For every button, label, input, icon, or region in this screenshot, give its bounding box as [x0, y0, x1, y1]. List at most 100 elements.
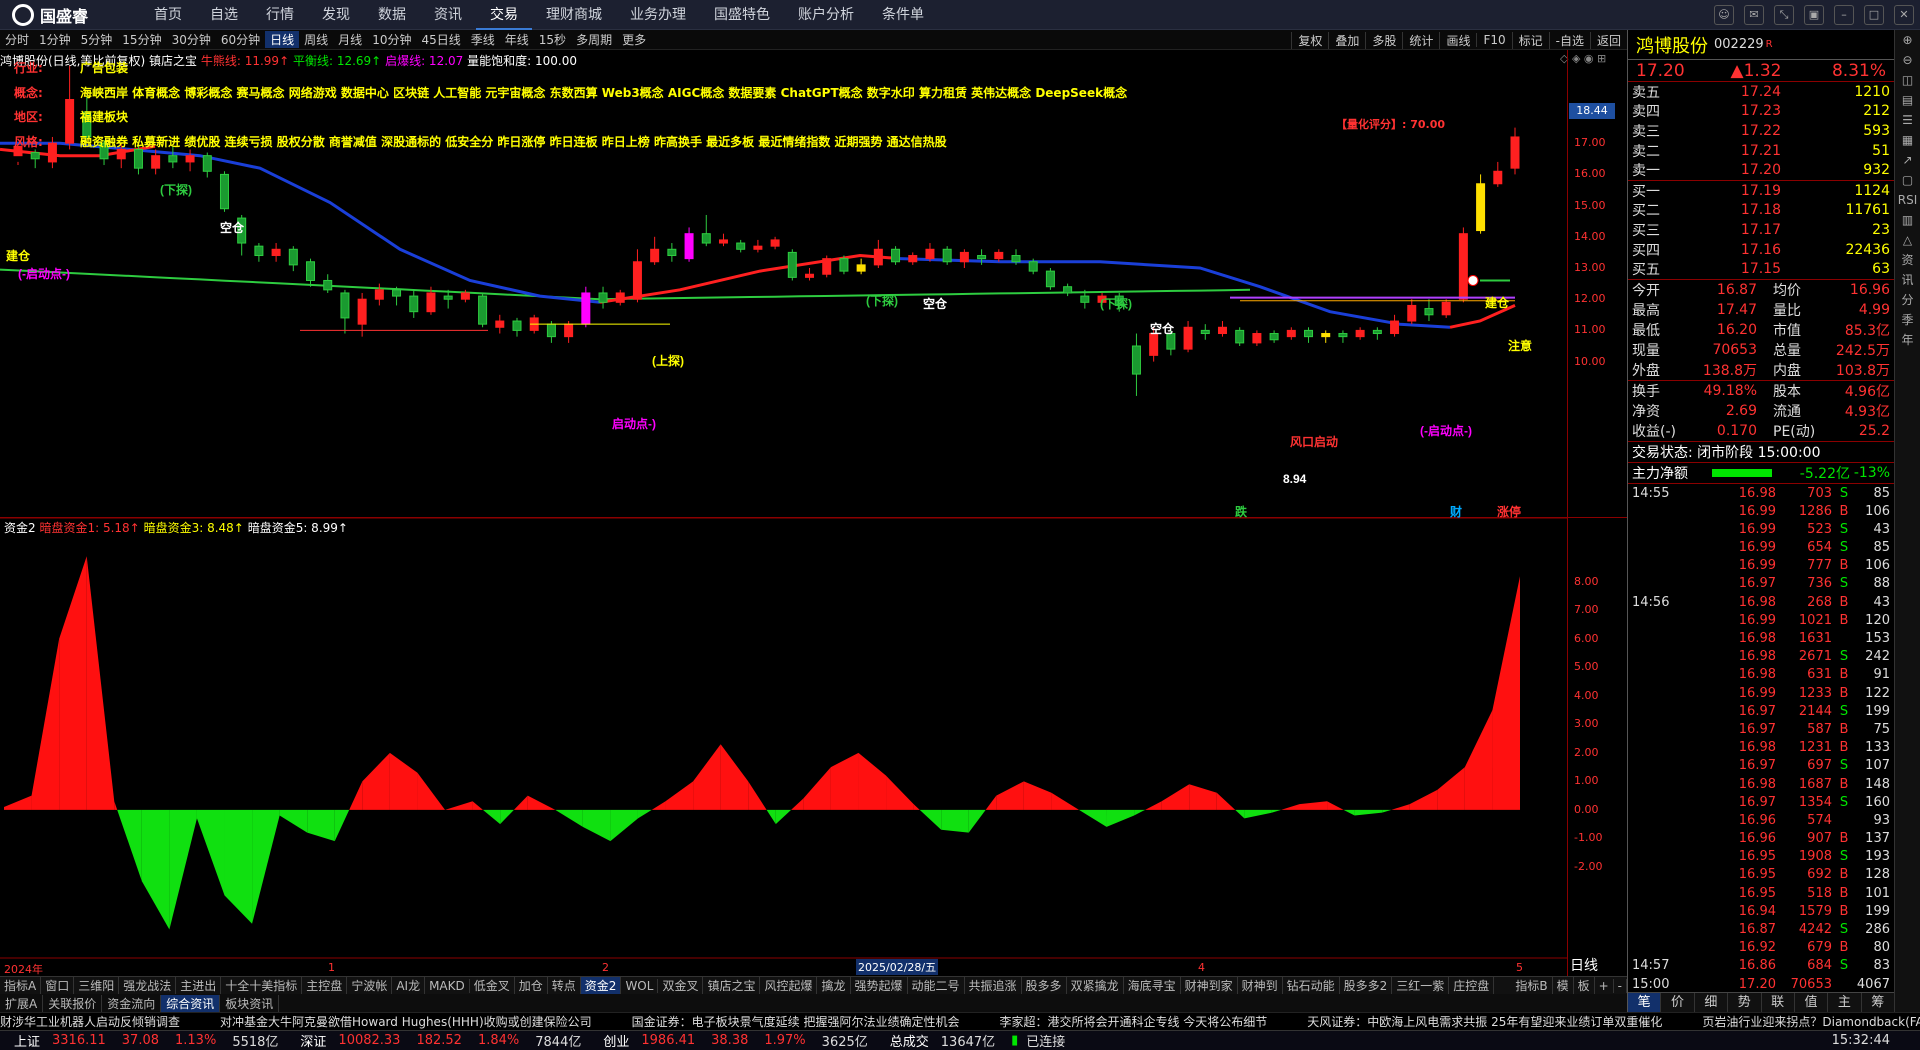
minimize-icon[interactable]: – [1834, 5, 1854, 25]
tick-row[interactable]: 14:57 16.86 684 S 83 [1628, 957, 1894, 975]
menu-6[interactable]: 交易 [476, 0, 532, 30]
toolbar-5[interactable]: F10 [1476, 33, 1511, 47]
sz-label[interactable]: 深证 [300, 1031, 326, 1050]
menu-11[interactable]: 条件单 [868, 0, 938, 30]
tick-row[interactable]: 16.94 1579 B 199 [1628, 902, 1894, 920]
period-9[interactable]: 10分钟 [367, 31, 416, 48]
quote-tab-0[interactable]: 笔 [1628, 993, 1662, 1012]
indicator-tab-29[interactable]: 三红一紫 [1392, 977, 1450, 994]
skin-icon[interactable]: ▣ [1804, 5, 1824, 25]
side-icon-11[interactable]: 资 [1895, 250, 1920, 270]
news-item-1[interactable]: 对冲基金大牛阿克曼欲借Howard Hughes(HHH)收购或创建保险公司 [220, 1015, 592, 1029]
indicator-tab-1[interactable]: 窗口 [41, 977, 75, 994]
period-type-label[interactable]: 日线 [1570, 955, 1598, 975]
indicator-tab-28[interactable]: 股多多2 [1340, 977, 1393, 994]
indicator-name[interactable]: 镇店之宝 [149, 54, 197, 68]
period-15[interactable]: 更多 [617, 31, 651, 48]
toolbar-7[interactable]: -自选 [1548, 31, 1590, 49]
period-0[interactable]: 分时 [0, 31, 34, 48]
side-icon-12[interactable]: 讯 [1895, 270, 1920, 290]
toolbar-3[interactable]: 统计 [1402, 31, 1439, 49]
period-12[interactable]: 年线 [500, 31, 534, 48]
quote-tab-6[interactable]: 主 [1828, 993, 1862, 1012]
side-icon-4[interactable]: ☰ [1895, 110, 1920, 130]
kline-chart[interactable]: 8.94 (-启动点-) 启动点-) (-启动点-) 风口启动 空仓 空仓 空仓 建仓 建仓 注意(… [0, 50, 1627, 518]
news-item-3[interactable]: 李家超：港交所将会开通科企专线 今天将公布细节 [999, 1015, 1267, 1029]
menu-10[interactable]: 账户分析 [784, 0, 868, 30]
tick-row[interactable]: 16.99 1021 B 120 [1628, 611, 1894, 629]
indicator-tab-8[interactable]: AI龙 [392, 977, 426, 994]
side-icon-2[interactable]: ◫ [1895, 70, 1920, 90]
tick-row[interactable]: 16.96 574 93 [1628, 811, 1894, 829]
period-8[interactable]: 月线 [333, 31, 367, 48]
indicator-right-3[interactable]: + [1595, 978, 1614, 993]
menu-9[interactable]: 国盛特色 [700, 0, 784, 30]
shrink-icon[interactable]: ⤡ [1774, 5, 1794, 25]
tick-row[interactable]: 16.99 777 B 106 [1628, 557, 1894, 575]
sh-label[interactable]: 上证 [14, 1031, 40, 1050]
indicator-right-0[interactable]: 指标B [1511, 977, 1553, 994]
news-ticker[interactable]: 财涉华工业机器人启动反倾销调查 对冲基金大牛阿克曼欲借Howard Hughes(… [0, 1012, 1920, 1030]
period-2[interactable]: 5分钟 [76, 31, 118, 48]
tick-row[interactable]: 16.97 736 S 88 [1628, 575, 1894, 593]
quote-tab-3[interactable]: 势 [1728, 993, 1762, 1012]
info-tab-1[interactable]: 关联报价 [43, 994, 103, 1012]
indicator-tab-21[interactable]: 共振追涨 [965, 977, 1022, 994]
tick-row[interactable]: 16.99 1233 B 122 [1628, 684, 1894, 702]
menu-0[interactable]: 首页 [140, 0, 196, 30]
news-item-0[interactable]: 财涉华工业机器人启动反倾销调查 [0, 1015, 180, 1029]
tick-row[interactable]: 16.98 2671 S 242 [1628, 648, 1894, 666]
tick-row[interactable]: 16.87 4242 S 286 [1628, 920, 1894, 938]
period-13[interactable]: 15秒 [534, 31, 571, 48]
period-10[interactable]: 45日线 [416, 31, 465, 48]
tick-row[interactable]: 16.92 679 B 80 [1628, 939, 1894, 957]
indicator-tab-12[interactable]: 转点 [548, 977, 581, 994]
indicator-tab-10[interactable]: 低金叉 [470, 977, 515, 994]
indicator-tab-0[interactable]: 指标A [0, 977, 42, 994]
close-icon[interactable]: ✕ [1894, 5, 1914, 25]
menu-3[interactable]: 发现 [308, 0, 364, 30]
news-item-4[interactable]: 天风证券：中欧海上风电需求共振 25年有望迎来业绩订单双重催化 [1307, 1015, 1662, 1029]
tick-row[interactable]: 16.97 697 S 107 [1628, 757, 1894, 775]
menu-7[interactable]: 理财商城 [532, 0, 616, 30]
sub-indicator-name[interactable]: 资金2 [4, 521, 36, 535]
side-icon-14[interactable]: 季 [1895, 310, 1920, 330]
indicator-tab-23[interactable]: 双紧擒龙 [1067, 977, 1124, 994]
side-icon-9[interactable]: ▥ [1895, 210, 1920, 230]
menu-8[interactable]: 业务办理 [616, 0, 700, 30]
tick-row[interactable]: 16.98 631 B 91 [1628, 666, 1894, 684]
indicator-tab-3[interactable]: 强龙战法 [119, 977, 177, 994]
menu-4[interactable]: 数据 [364, 0, 420, 30]
indicator-tab-24[interactable]: 海底寻宝 [1124, 977, 1181, 994]
cy-label[interactable]: 创业 [603, 1031, 629, 1050]
tick-row[interactable]: 16.97 587 B 75 [1628, 720, 1894, 738]
indicator-tab-19[interactable]: 强势起爆 [851, 977, 908, 994]
tick-row[interactable]: 15:00 17.20 70653 4067 [1628, 975, 1894, 993]
maximize-icon[interactable]: □ [1864, 5, 1884, 25]
side-icon-3[interactable]: ▤ [1895, 90, 1920, 110]
tick-row[interactable]: 16.95 518 B 101 [1628, 884, 1894, 902]
indicator-tab-16[interactable]: 镇店之宝 [703, 977, 761, 994]
quote-tab-1[interactable]: 价 [1661, 993, 1695, 1012]
menu-2[interactable]: 行情 [252, 0, 308, 30]
toolbar-6[interactable]: 标记 [1511, 31, 1549, 49]
indicator-tab-26[interactable]: 财神到 [1238, 977, 1283, 994]
quote-tab-2[interactable]: 细 [1695, 993, 1729, 1012]
side-icon-15[interactable]: 年 [1895, 330, 1920, 350]
tick-row[interactable]: 14:55 16.98 703 S 85 [1628, 484, 1894, 502]
quote-tab-4[interactable]: 联 [1762, 993, 1795, 1012]
quote-tab-7[interactable]: 筹 [1862, 993, 1895, 1012]
toolbar-0[interactable]: 复权 [1291, 31, 1328, 49]
fund-indicator-chart[interactable]: 资金2 暗盘资金1: 5.18↑ 暗盘资金3: 8.48↑ 暗盘资金5: 8.9… [0, 518, 1627, 978]
indicator-tab-9[interactable]: MAKD [425, 978, 470, 993]
news-item-5[interactable]: 页岩油行业迎来拐点？Diamondback(FANG) [1702, 1015, 1920, 1029]
side-icon-5[interactable]: ▦ [1895, 130, 1920, 150]
indicator-tab-11[interactable]: 加仓 [515, 977, 548, 994]
tick-row[interactable]: 16.95 1908 S 193 [1628, 848, 1894, 866]
app-logo[interactable]: 国盛睿 [0, 3, 140, 27]
info-tab-2[interactable]: 资金流向 [102, 994, 162, 1012]
indicator-tab-25[interactable]: 财神到家 [1181, 977, 1238, 994]
tick-row[interactable]: 16.99 654 S 85 [1628, 539, 1894, 557]
indicator-tab-17[interactable]: 风控起爆 [760, 977, 818, 994]
indicator-tab-30[interactable]: 庄控盘 [1449, 977, 1495, 994]
